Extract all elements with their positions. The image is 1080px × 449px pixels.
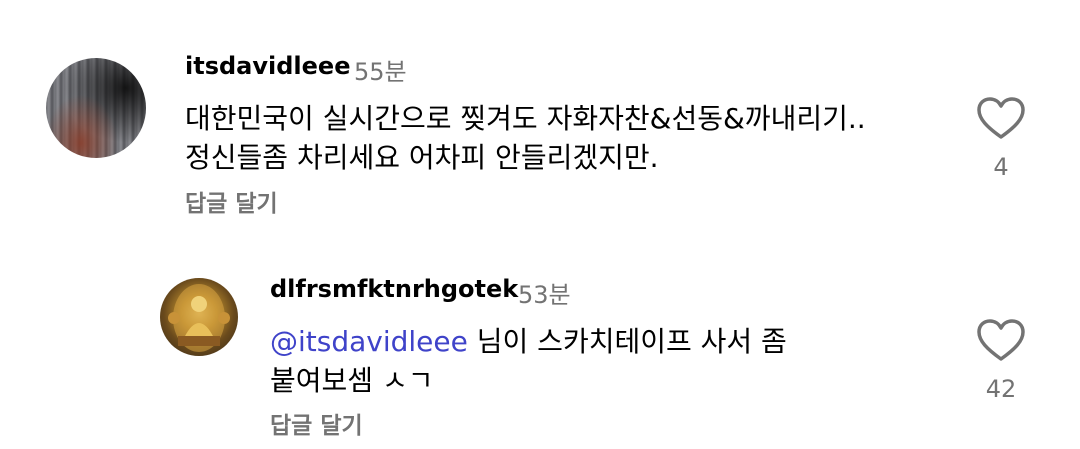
- comment-text-line: 붙여보셈 ㅅㄱ: [270, 364, 434, 397]
- mention-username: itsdavidleee: [298, 325, 468, 358]
- comment-text-line: 정신들좀 차리세요 어차피 안들리겠지만.: [185, 141, 659, 174]
- like-button[interactable]: [976, 96, 1026, 140]
- reply-button[interactable]: 답글 달기: [270, 406, 363, 440]
- like-count: 4: [993, 153, 1009, 181]
- heart-outline-icon: [977, 97, 1025, 139]
- comment-username[interactable]: itsdavidleee: [185, 52, 350, 80]
- heart-outline-icon: [977, 319, 1025, 361]
- reply-button[interactable]: 답글 달기: [185, 184, 278, 218]
- mention-link[interactable]: @itsdavidleee: [270, 325, 468, 358]
- reply-comment: dlfrsmfktnrhgotek 53분 @itsdavidleee 님이 스…: [0, 230, 1080, 449]
- like-button[interactable]: [976, 318, 1026, 362]
- comment-timestamp: 55분: [354, 58, 407, 86]
- buddha-statue-avatar[interactable]: [160, 278, 238, 356]
- comment-username[interactable]: dlfrsmfktnrhgotek: [270, 275, 518, 303]
- mention-at-icon: @: [270, 325, 298, 358]
- user-avatar[interactable]: [46, 58, 146, 158]
- comment-text: 님이 스카치테이프 사서 좀: [467, 325, 787, 358]
- like-count: 42: [985, 375, 1017, 403]
- comment: itsdavidleee 55분 대한민국이 실시간으로 찢겨도 자화자찬&선동…: [0, 0, 1080, 230]
- comment-text-line: 대한민국이 실시간으로 찢겨도 자화자찬&선동&까내리기..: [185, 102, 866, 135]
- buddha-statue-icon: [168, 284, 230, 352]
- comment-text-line: @itsdavidleee 님이 스카치테이프 사서 좀: [270, 320, 787, 360]
- comment-timestamp: 53분: [518, 281, 571, 309]
